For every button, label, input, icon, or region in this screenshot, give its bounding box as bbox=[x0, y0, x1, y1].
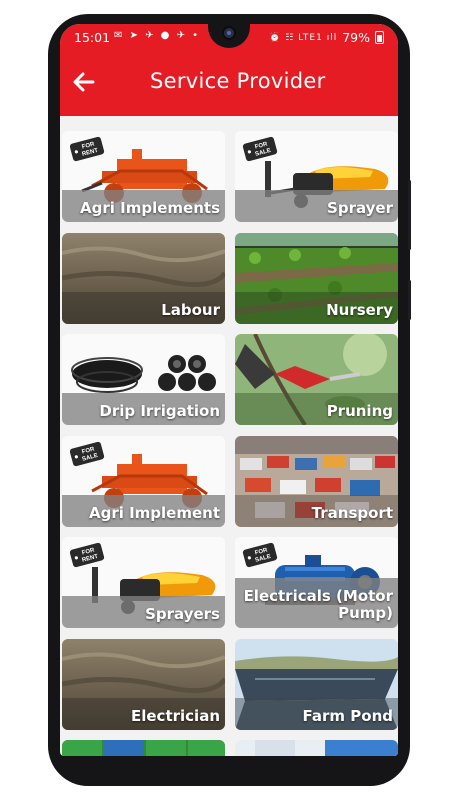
service-label: Agri Implements bbox=[80, 199, 220, 217]
service-card-electrician[interactable]: Electrician bbox=[62, 639, 225, 730]
camera-icon bbox=[222, 26, 236, 40]
crates-image bbox=[62, 740, 225, 756]
service-card-sprayers[interactable]: FOR RENT Sprayers bbox=[62, 537, 225, 628]
status-time: 15:01 bbox=[74, 30, 111, 45]
for-sale-tag: FOR SALE bbox=[242, 136, 278, 162]
service-label: Pruning bbox=[326, 402, 393, 420]
service-card-drip-irrigation[interactable]: Drip Irrigation bbox=[62, 334, 225, 425]
service-card-pruning[interactable]: Pruning bbox=[235, 334, 398, 425]
for-sale-tag: FOR SALE bbox=[242, 542, 278, 568]
service-label: Labour bbox=[161, 301, 220, 319]
service-card-electricals-motor-pump[interactable]: FOR SALE Electricals (Motor Pump) bbox=[235, 537, 398, 628]
sky-image bbox=[235, 740, 398, 756]
arrow-left-icon bbox=[73, 72, 95, 92]
service-label: Electrician bbox=[131, 707, 220, 725]
service-label: Transport bbox=[311, 504, 393, 522]
service-grid: FOR RENT Agri Implements FOR SALE Spraye… bbox=[60, 116, 398, 756]
service-label: Sprayers bbox=[145, 605, 220, 623]
back-button[interactable] bbox=[66, 64, 102, 100]
battery-percent: 79% bbox=[342, 30, 370, 45]
service-card-farm-pond[interactable]: Farm Pond bbox=[235, 639, 398, 730]
service-card-agri-implements[interactable]: FOR RENT Agri Implements bbox=[62, 131, 225, 222]
service-label: Nursery bbox=[326, 301, 393, 319]
battery-icon bbox=[375, 31, 384, 44]
service-card-labour[interactable]: Labour bbox=[62, 233, 225, 324]
service-card-sky[interactable] bbox=[235, 740, 398, 756]
service-label: Agri Implement bbox=[88, 504, 220, 522]
volume-button bbox=[408, 180, 411, 250]
service-label: Electricals (Motor Pump) bbox=[243, 587, 393, 622]
service-card-crates[interactable] bbox=[62, 740, 225, 756]
service-card-sprayer[interactable]: FOR SALE Sprayer bbox=[235, 131, 398, 222]
signal-icons: ⏰ ☷ LTE1 ıll bbox=[269, 32, 338, 43]
screen: 15:01 ✉ ➤ ✈ ● ✈ • ⏰ ☷ LTE1 ıll 79% Servi… bbox=[60, 24, 398, 756]
app-bar: Service Provider bbox=[60, 50, 398, 116]
page-title: Service Provider bbox=[150, 69, 326, 93]
service-label: Sprayer bbox=[327, 199, 393, 217]
power-button bbox=[408, 280, 411, 320]
service-label: Drip Irrigation bbox=[99, 402, 220, 420]
service-card-agri-implement[interactable]: FOR SALE Agri Implement bbox=[62, 436, 225, 527]
service-card-nursery[interactable]: Nursery bbox=[235, 233, 398, 324]
notification-icons: ✉ ➤ ✈ ● ✈ • bbox=[114, 30, 201, 41]
service-card-transport[interactable]: Transport bbox=[235, 436, 398, 527]
service-label: Farm Pond bbox=[302, 707, 393, 725]
for-rent-tag: FOR RENT bbox=[69, 542, 105, 568]
status-right: ⏰ ☷ LTE1 ıll 79% bbox=[269, 30, 384, 45]
for-rent-tag: FOR RENT bbox=[69, 136, 105, 162]
for-sale-tag: FOR SALE bbox=[69, 441, 105, 467]
